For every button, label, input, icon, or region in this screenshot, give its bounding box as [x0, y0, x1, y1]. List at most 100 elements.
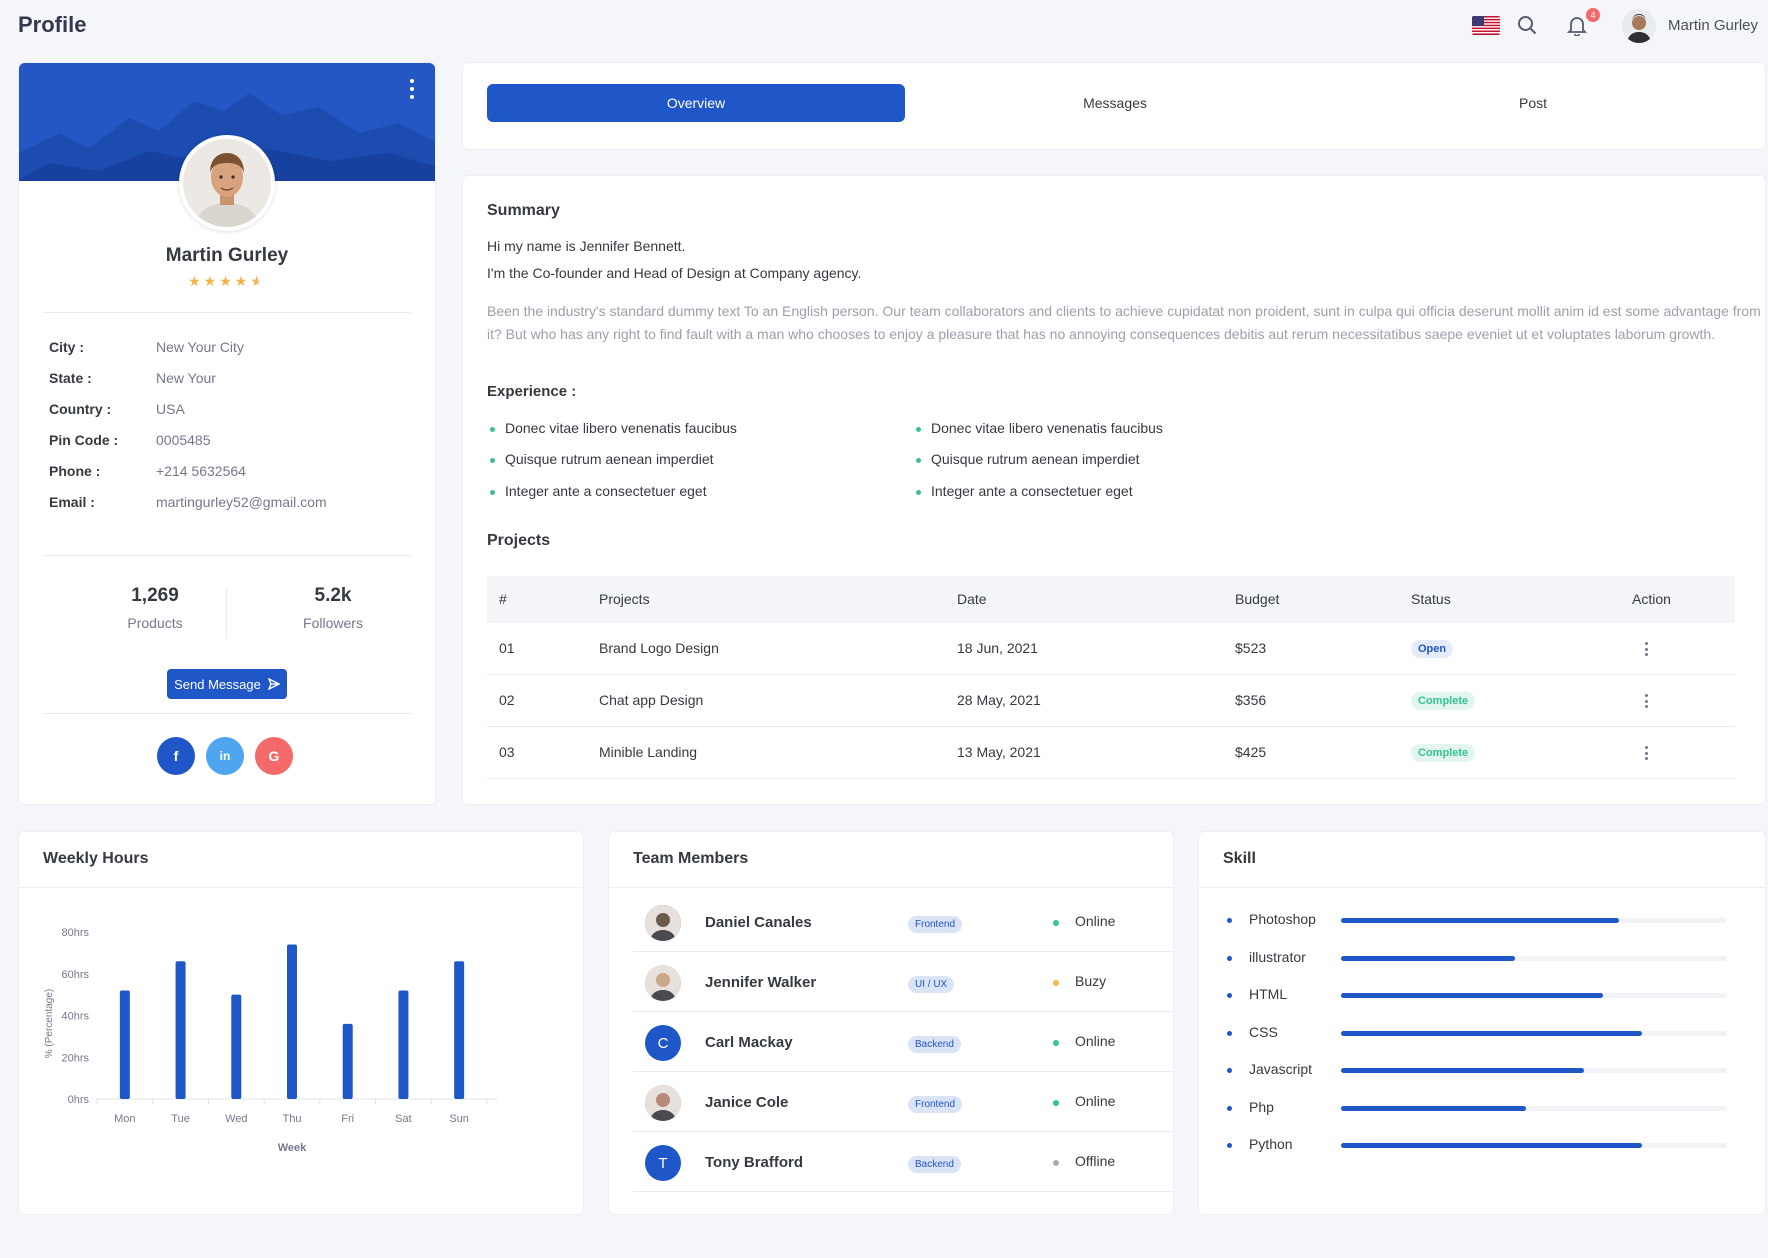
summary-paragraph: Been the industry's standard dummy text …: [487, 303, 1761, 342]
member-status: Buzy: [1075, 973, 1107, 989]
tab-overview[interactable]: Overview: [487, 84, 905, 122]
project-name: Chat app Design: [599, 692, 704, 708]
project-name: Brand Logo Design: [599, 640, 719, 656]
col-number: #: [499, 591, 507, 607]
skill-card: Skill Photoshop illustrator HTML CSS Javascr…: [1198, 831, 1766, 1215]
skill-progress-fill: [1341, 918, 1619, 923]
status-badge: Open: [1411, 640, 1454, 658]
info-label: State :: [49, 370, 92, 386]
projects-title: Projects: [487, 532, 551, 549]
skill-progress-fill: [1341, 1030, 1643, 1036]
divider: [1199, 887, 1765, 888]
info-label: Country :: [49, 401, 112, 417]
divider: [43, 312, 411, 313]
info-value: New Your: [156, 370, 216, 386]
y-tick-label: 20hrs: [61, 1052, 89, 1064]
skill-progress-fill: [1341, 1143, 1643, 1148]
member-avatar: C: [645, 1025, 681, 1061]
bar: [119, 990, 130, 1099]
x-tick-label: Wed: [225, 1113, 247, 1125]
star-icon: ★: [234, 273, 251, 289]
bar: [342, 1023, 353, 1099]
user-name[interactable]: Martin Gurley: [1668, 17, 1758, 34]
status-badge: Complete: [1411, 692, 1476, 710]
linkedin-icon[interactable]: in: [206, 737, 244, 775]
project-date: 13 May, 2021: [957, 744, 1041, 760]
row-action-icon[interactable]: [1645, 694, 1649, 708]
bar: [398, 990, 409, 1099]
stat-divider: [226, 587, 227, 639]
skill-progress-track: [1341, 1068, 1727, 1073]
row-action-icon[interactable]: [1645, 642, 1649, 656]
col-action: Action: [1632, 591, 1671, 607]
x-tick-label: Fri: [341, 1113, 354, 1125]
row-action-icon[interactable]: [1645, 746, 1649, 760]
info-label: Phone :: [49, 463, 101, 479]
x-axis-label: Week: [278, 1142, 307, 1154]
col-date: Date: [957, 591, 987, 607]
bar: [175, 961, 186, 1099]
summary-role: I'm the Co-founder and Head of Design at…: [487, 265, 862, 281]
team-members-title: Team Members: [633, 850, 749, 867]
project-budget: $356: [1235, 692, 1267, 708]
profile-menu-icon[interactable]: [407, 79, 417, 99]
col-budget: Budget: [1235, 591, 1280, 607]
skill-row: Javascript: [1223, 1058, 1763, 1088]
tabs-card: Overview Messages Post: [462, 62, 1766, 150]
project-date: 18 Jun, 2021: [957, 640, 1038, 656]
skill-progress-track: [1341, 1030, 1727, 1036]
facebook-icon[interactable]: f: [157, 737, 195, 775]
info-label: City :: [49, 339, 84, 355]
experience-item: Quisque rutrum aenean imperdiet: [487, 451, 714, 467]
team-member-row[interactable]: T Tony Brafford Backend Offline: [633, 1132, 1173, 1192]
table-row: 03 Minible Landing 13 May, 2021 $425 Com…: [487, 727, 1735, 779]
us-flag-icon[interactable]: [1472, 16, 1500, 35]
stat-label: Followers: [303, 615, 363, 631]
skill-row: CSS: [1223, 1021, 1763, 1051]
profile-card: Martin Gurley ★★★★★★ City : New Your Cit…: [18, 62, 436, 805]
x-tick-label: Sun: [449, 1113, 469, 1125]
info-value: USA: [156, 401, 185, 417]
info-value: New Your City: [156, 339, 244, 355]
bar: [287, 944, 297, 1099]
summary-title: Summary: [487, 202, 560, 219]
weekly-hours-chart: 0hrs 20hrs 40hrs 60hrs 80hrs Mon Tue Wed Thu Fri S…: [44, 927, 497, 1154]
x-tick-label: Sat: [395, 1113, 412, 1125]
skill-progress-fill: [1341, 1068, 1585, 1073]
send-icon: [267, 678, 280, 690]
experience-item: Integer ante a consectetuer eget: [913, 483, 1133, 499]
user-avatar[interactable]: [1622, 9, 1656, 43]
team-members-card: Team Members Daniel Canales Frontend Onlin…: [608, 831, 1174, 1215]
experience-item: Donec vitae libero venenatis faucibus: [913, 420, 1163, 436]
team-member-row[interactable]: C Carl Mackay Backend Online: [633, 1012, 1173, 1072]
member-status: Online: [1075, 913, 1116, 929]
stat-value: 5.2k: [314, 585, 352, 606]
y-tick-label: 80hrs: [61, 927, 89, 939]
team-member-row[interactable]: Daniel Canales Frontend Online: [633, 892, 1173, 952]
status-dot-icon: [1053, 980, 1059, 986]
skill-name: Python: [1249, 1136, 1293, 1152]
divider: [19, 887, 583, 888]
skill-progress-track: [1341, 918, 1727, 923]
info-label: Pin Code :: [49, 432, 119, 448]
tab-messages[interactable]: Messages: [906, 84, 1324, 122]
notification-badge: 4: [1586, 8, 1600, 22]
tab-post[interactable]: Post: [1324, 84, 1742, 122]
experience-item: Integer ante a consectetuer eget: [487, 483, 707, 499]
bullet-icon: [1227, 1068, 1232, 1073]
search-icon[interactable]: [1514, 12, 1540, 38]
x-tick-label: Mon: [114, 1113, 135, 1125]
skill-row: illustrator: [1223, 946, 1763, 976]
google-icon[interactable]: G: [255, 737, 293, 775]
send-message-button[interactable]: Send Message: [167, 669, 287, 699]
bar: [231, 994, 242, 1099]
send-message-label: Send Message: [174, 676, 261, 692]
skill-name: illustrator: [1249, 948, 1306, 965]
divider: [43, 555, 411, 556]
team-member-row[interactable]: Janice Cole Frontend Online: [633, 1072, 1173, 1132]
x-tick-label: Thu: [283, 1113, 302, 1125]
star-icon: ★: [188, 273, 204, 289]
status-dot-icon: [1053, 920, 1059, 926]
member-avatar: [645, 965, 681, 1001]
team-member-row[interactable]: Jennifer Walker UI / UX Buzy: [633, 952, 1173, 1012]
